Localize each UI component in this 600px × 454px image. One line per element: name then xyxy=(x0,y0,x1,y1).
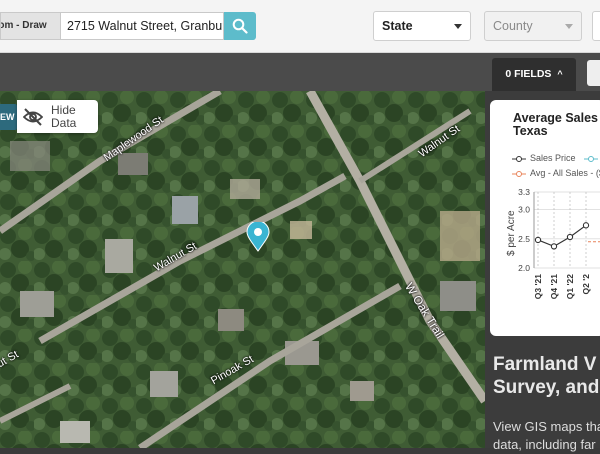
y-tick-label: 3.3 xyxy=(518,187,530,197)
state-select[interactable]: State xyxy=(373,11,471,41)
toolbar-edge-button[interactable] xyxy=(592,11,600,41)
promo-title-line1: Farmland V xyxy=(493,354,597,375)
sales-line-chart: $ per Acre 3.3 3.0 2.5 2.0Q3 '21 Q4 '21 Q1 '22… xyxy=(506,187,600,299)
map-imagery xyxy=(0,91,485,448)
promo-title-line2: Survey, and xyxy=(493,377,600,398)
x-tick-label: Q1 '22 xyxy=(565,274,575,299)
data-point xyxy=(566,233,574,241)
zoom-draw-button[interactable]: tom - Draw xyxy=(0,12,60,40)
promo-desc-line2: data, including far xyxy=(493,437,596,452)
map-pin-icon[interactable] xyxy=(246,220,270,257)
eye-off-icon xyxy=(23,107,43,126)
satellite-map[interactable]: Maplewood St Walnut St Walnut St W Oak T… xyxy=(0,91,485,448)
hide-data-button[interactable]: Hide Data xyxy=(17,100,98,133)
view-toggle-button[interactable]: EW xyxy=(0,104,17,130)
x-tick-label: Q4 '21 xyxy=(549,274,559,299)
y-tick-label: 2.5 xyxy=(518,234,530,244)
fields-tab[interactable]: 0 FIELDS ^ xyxy=(492,58,576,91)
county-select[interactable]: County xyxy=(484,11,582,41)
promo-desc-line1: View GIS maps tha xyxy=(493,419,600,434)
y-tick-label: 2.0 xyxy=(518,263,530,273)
search-button[interactable] xyxy=(224,12,256,40)
chevron-down-icon xyxy=(565,24,573,29)
expand-panel-button[interactable] xyxy=(587,60,600,86)
search-toolbar: tom - Draw 2715 Walnut Street, Granbury … xyxy=(0,0,600,53)
chevron-down-icon xyxy=(454,24,462,29)
search-icon xyxy=(232,18,248,34)
data-point xyxy=(582,222,590,229)
chevron-up-icon: ^ xyxy=(557,69,563,79)
data-point xyxy=(534,236,542,244)
series-line xyxy=(537,224,587,248)
y-tick-label: 3.0 xyxy=(518,205,530,215)
x-tick-label: Q2 '2 xyxy=(581,274,591,295)
x-tick-label: Q3 '21 xyxy=(533,274,543,299)
y-axis-label: $ per Acre xyxy=(506,210,517,256)
promo-title: Farmland V Survey, and xyxy=(493,353,600,399)
promo-description: View GIS maps tha data, including far xyxy=(493,418,600,454)
data-point xyxy=(550,243,558,250)
sales-chart-card: Average Sales P Texas Sales PriceT Avg -… xyxy=(490,100,600,336)
hide-data-label: Hide Data xyxy=(51,102,77,130)
address-input[interactable]: 2715 Walnut Street, Granbury xyxy=(60,12,224,40)
